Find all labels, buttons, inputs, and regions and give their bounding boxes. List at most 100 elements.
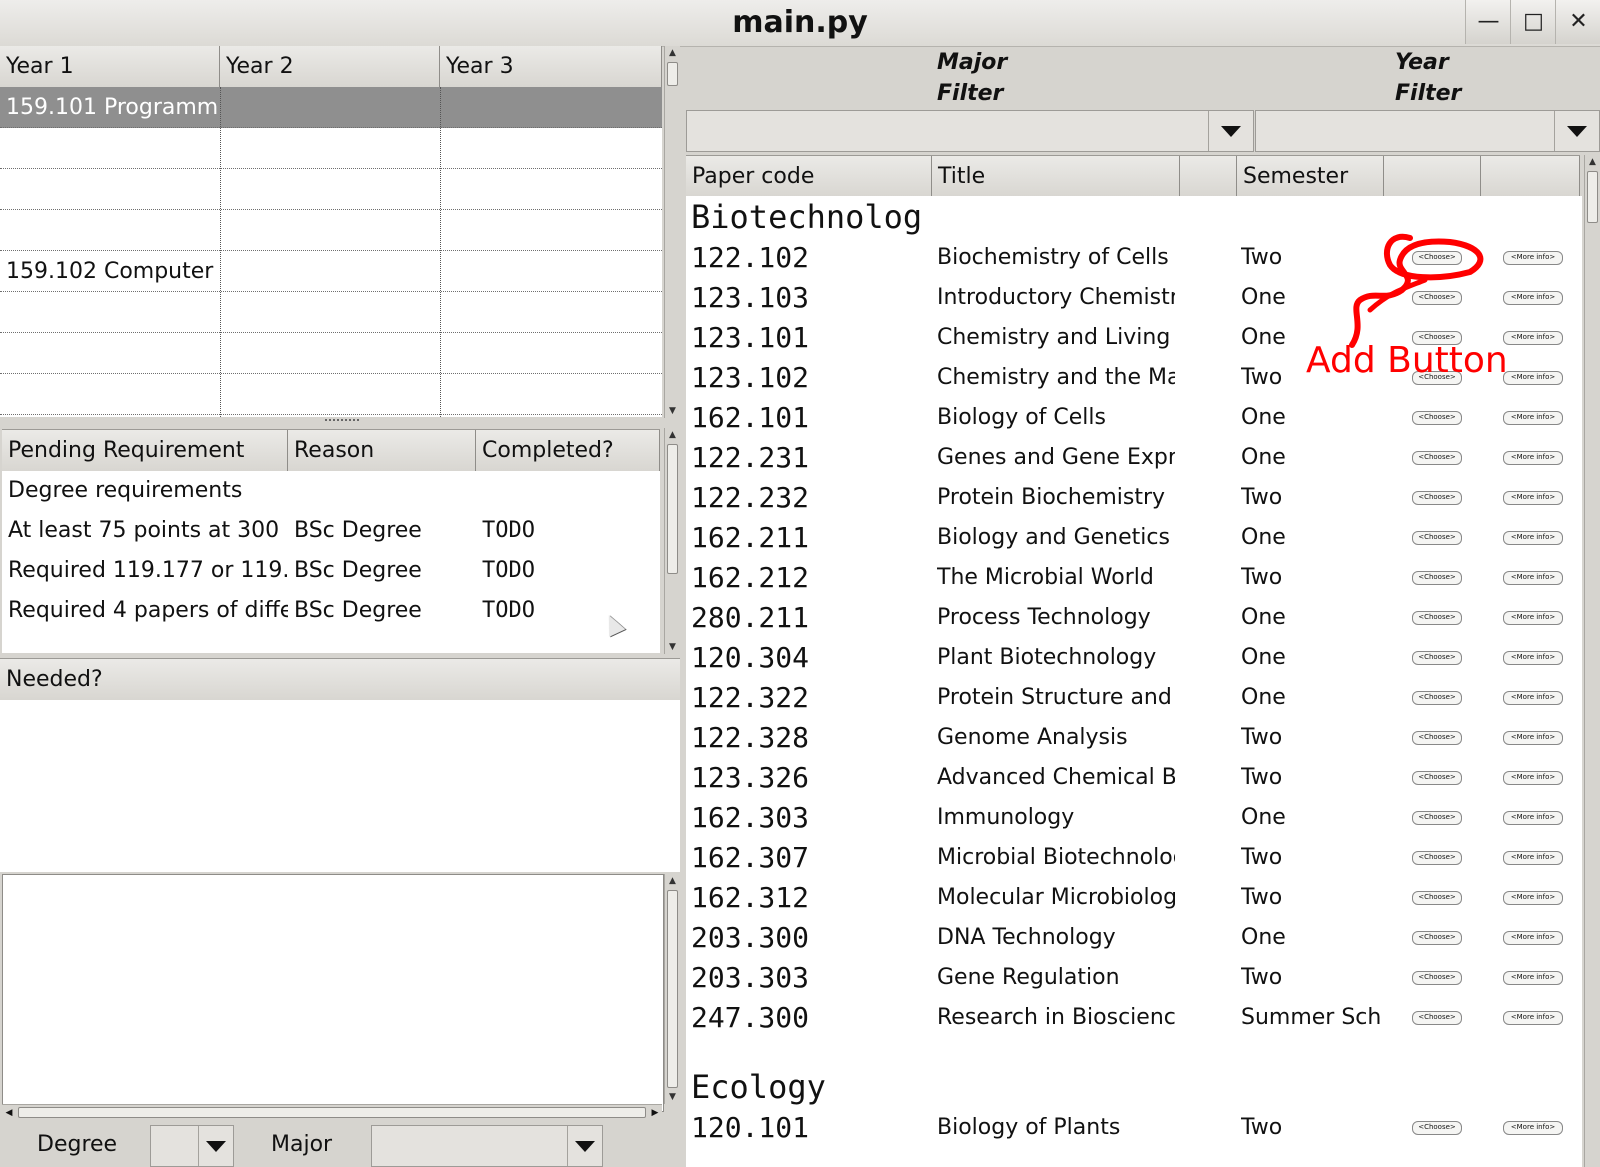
- choose-button[interactable]: <Choose>: [1412, 971, 1462, 985]
- papers-scrollbar[interactable]: ▲: [1584, 155, 1600, 1167]
- choose-button[interactable]: <Choose>: [1412, 931, 1462, 945]
- more-info-button[interactable]: <More info>: [1503, 1121, 1563, 1135]
- plan-cell[interactable]: [440, 128, 662, 169]
- plan-col-year2[interactable]: Year 2: [220, 46, 440, 87]
- paper-row[interactable]: 122.322 Protein Structure and Function One…: [686, 678, 1566, 718]
- paper-row[interactable]: 247.300 Research in Biosciences Summer Sch…: [686, 998, 1566, 1038]
- more-info-button[interactable]: <More info>: [1503, 931, 1563, 945]
- choose-button[interactable]: <Choose>: [1412, 651, 1462, 665]
- papers-col-code[interactable]: Paper code: [686, 156, 932, 197]
- choose-button[interactable]: <Choose>: [1412, 531, 1462, 545]
- more-info-button[interactable]: <More info>: [1503, 971, 1563, 985]
- scroll-up-icon[interactable]: ▲: [1585, 155, 1600, 169]
- paper-row[interactable]: 162.101 Biology of Cells One <Choose> <More …: [686, 398, 1566, 438]
- paper-row[interactable]: 162.212 The Microbial World Two <Choose> <Mo…: [686, 558, 1566, 598]
- paper-row[interactable]: 123.326 Advanced Chemical Biology Two <Choo…: [686, 758, 1566, 798]
- paper-row[interactable]: 162.307 Microbial Biotechnology Two <Choose…: [686, 838, 1566, 878]
- papers-col-semester[interactable]: Semester: [1237, 156, 1384, 197]
- choose-button[interactable]: <Choose>: [1412, 851, 1462, 865]
- papers-col-choose[interactable]: [1384, 156, 1481, 197]
- window-titlebar[interactable]: main.py — □ ✕: [0, 0, 1600, 47]
- more-info-button[interactable]: <More info>: [1503, 731, 1563, 745]
- choose-button[interactable]: <Choose>: [1412, 491, 1462, 505]
- more-info-button[interactable]: <More info>: [1503, 451, 1563, 465]
- scroll-up-icon[interactable]: ▲: [665, 46, 680, 60]
- more-info-button[interactable]: <More info>: [1503, 291, 1563, 305]
- paper-semester: One: [1241, 405, 1286, 430]
- paper-row[interactable]: 120.304 Plant Biotechnology One <Choose> <Mo…: [686, 638, 1566, 678]
- more-info-button[interactable]: <More info>: [1503, 691, 1563, 705]
- window-title: main.py: [732, 5, 868, 40]
- choose-button[interactable]: <Choose>: [1412, 451, 1462, 465]
- choose-button[interactable]: <Choose>: [1412, 611, 1462, 625]
- plan-cell[interactable]: [220, 128, 440, 169]
- paper-row[interactable]: 280.211 Process Technology One <Choose> <Mor…: [686, 598, 1566, 638]
- paper-code: 122.102: [691, 241, 810, 274]
- plan-col-year3[interactable]: Year 3: [440, 46, 662, 87]
- paper-title: Molecular Microbiology: [937, 885, 1175, 910]
- paper-code: 247.300: [691, 1001, 810, 1034]
- more-info-button[interactable]: <More info>: [1503, 331, 1563, 345]
- choose-button[interactable]: <Choose>: [1412, 1011, 1462, 1025]
- plan-cell[interactable]: [0, 128, 220, 169]
- paper-title: Biology of Cells: [937, 405, 1106, 430]
- maximize-button[interactable]: □: [1510, 0, 1556, 44]
- plan-cell[interactable]: [220, 87, 440, 128]
- choose-button[interactable]: <Choose>: [1412, 411, 1462, 425]
- paper-row[interactable]: 122.328 Genome Analysis Two <Choose> <More i…: [686, 718, 1566, 758]
- paper-row[interactable]: 120.101 Biology of Plants Two <Choose> <More…: [686, 1108, 1566, 1148]
- choose-button[interactable]: <Choose>: [1412, 811, 1462, 825]
- chevron-down-icon[interactable]: [1208, 111, 1253, 151]
- choose-button[interactable]: <Choose>: [1412, 1121, 1462, 1135]
- plan-cell[interactable]: 159.101 Programming Fundamentals: [0, 87, 220, 128]
- papers-col-blank[interactable]: [1180, 156, 1237, 197]
- more-info-button[interactable]: <More info>: [1503, 651, 1563, 665]
- paper-code: 280.211: [691, 601, 810, 634]
- choose-button[interactable]: <Choose>: [1412, 731, 1462, 745]
- paper-row[interactable]: 122.231 Genes and Gene Expression One <Choo…: [686, 438, 1566, 478]
- more-info-button[interactable]: <More info>: [1503, 1011, 1563, 1025]
- more-info-button[interactable]: <More info>: [1503, 851, 1563, 865]
- paper-row[interactable]: 162.303 Immunology One <Choose> <More info>: [686, 798, 1566, 838]
- paper-title: Genome Analysis: [937, 725, 1128, 750]
- more-info-button[interactable]: <More info>: [1503, 771, 1563, 785]
- minimize-icon: —: [1477, 9, 1500, 34]
- more-info-button[interactable]: <More info>: [1503, 251, 1563, 265]
- paper-row[interactable]: 162.211 Biology and Genetics of Microbes O…: [686, 518, 1566, 558]
- more-info-button[interactable]: <More info>: [1503, 371, 1563, 385]
- papers-col-title[interactable]: Title: [932, 156, 1180, 197]
- more-info-button[interactable]: <More info>: [1503, 491, 1563, 505]
- more-info-button[interactable]: <More info>: [1503, 611, 1563, 625]
- paper-row[interactable]: 203.303 Gene Regulation Two <Choose> <More i…: [686, 958, 1566, 998]
- scroll-thumb[interactable]: [667, 62, 678, 86]
- plan-cell[interactable]: [440, 87, 662, 128]
- major-filter-combo[interactable]: [686, 110, 1254, 152]
- paper-code: 123.103: [691, 281, 810, 314]
- choose-button[interactable]: <Choose>: [1412, 571, 1462, 585]
- minimize-button[interactable]: —: [1465, 0, 1511, 44]
- more-info-button[interactable]: <More info>: [1503, 411, 1563, 425]
- paper-row[interactable]: 162.312 Molecular Microbiology Two <Choose>…: [686, 878, 1566, 918]
- plan-row[interactable]: [0, 128, 662, 169]
- paper-semester: Two: [1241, 965, 1283, 990]
- choose-button[interactable]: <Choose>: [1412, 771, 1462, 785]
- more-info-button[interactable]: <More info>: [1503, 891, 1563, 905]
- scroll-thumb[interactable]: [1587, 171, 1598, 223]
- paper-row[interactable]: 122.232 Protein Biochemistry Two <Choose> <M…: [686, 478, 1566, 518]
- paper-title: Process Technology: [937, 605, 1151, 630]
- papers-col-more[interactable]: [1481, 156, 1580, 197]
- plan-row[interactable]: 159.101 Programming Fundamentals: [0, 87, 662, 128]
- more-info-button[interactable]: <More info>: [1503, 571, 1563, 585]
- close-button[interactable]: ✕: [1555, 0, 1600, 44]
- paper-code: 203.303: [691, 961, 810, 994]
- year-filter-combo[interactable]: [1255, 110, 1600, 152]
- paper-row[interactable]: 203.300 DNA Technology One <Choose> <More in…: [686, 918, 1566, 958]
- close-icon: ✕: [1569, 9, 1588, 34]
- choose-button[interactable]: <Choose>: [1412, 691, 1462, 705]
- more-info-button[interactable]: <More info>: [1503, 531, 1563, 545]
- choose-button[interactable]: <Choose>: [1412, 891, 1462, 905]
- more-info-button[interactable]: <More info>: [1503, 811, 1563, 825]
- plan-col-year1[interactable]: Year 1: [0, 46, 220, 87]
- chevron-down-icon[interactable]: [1554, 111, 1599, 151]
- paper-code: 123.102: [691, 361, 810, 394]
